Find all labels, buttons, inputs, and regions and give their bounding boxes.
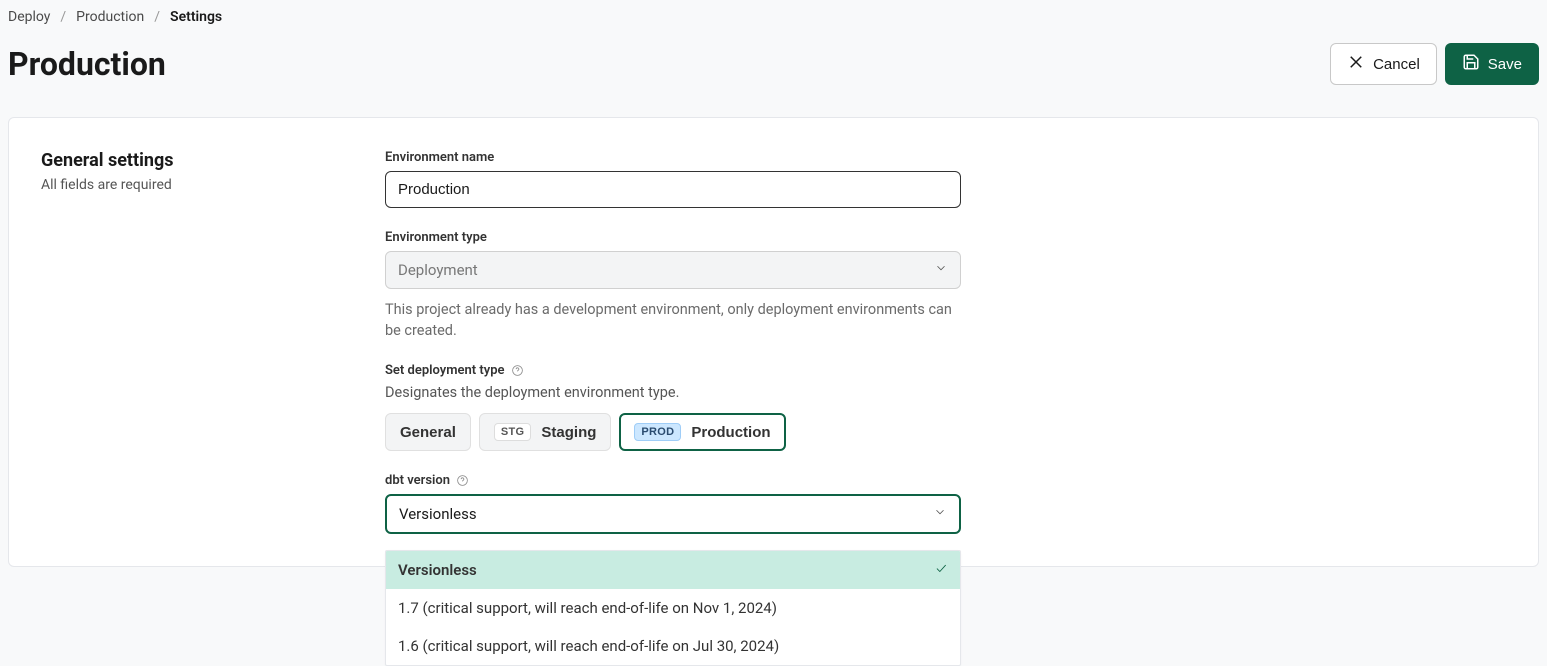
form-body: Environment name Environment type Deploy… <box>385 150 961 534</box>
field-dbt-version: dbt version Versionless Versionless <box>385 473 961 534</box>
dbt-version-dropdown-wrap: Versionless Versionless 1.7 (critical su… <box>385 494 961 534</box>
page-header: Production Cancel Save <box>0 25 1547 85</box>
deployment-type-desc: Designates the deployment environment ty… <box>385 384 961 401</box>
settings-card: General settings All fields are required… <box>8 117 1539 567</box>
breadcrumb-sep: / <box>154 9 160 25</box>
dbt-version-option-1-7[interactable]: 1.7 (critical support, will reach end-of… <box>386 589 960 627</box>
save-icon <box>1462 53 1480 75</box>
deployment-type-label-text: Set deployment type <box>385 363 505 378</box>
section-title: General settings <box>41 150 385 171</box>
chevron-down-icon <box>933 505 947 523</box>
env-name-input[interactable] <box>385 171 961 208</box>
breadcrumb-deploy[interactable]: Deploy <box>8 9 50 25</box>
deployment-type-production[interactable]: PROD Production <box>619 413 785 451</box>
option-label: Versionless <box>398 561 477 579</box>
env-type-label: Environment type <box>385 230 961 245</box>
breadcrumb-production[interactable]: Production <box>76 9 144 25</box>
dbt-version-label-text: dbt version <box>385 473 450 488</box>
prod-badge: PROD <box>634 423 681 441</box>
dbt-version-option-versionless[interactable]: Versionless <box>386 551 960 589</box>
help-icon[interactable] <box>511 364 524 377</box>
header-actions: Cancel Save <box>1330 43 1539 85</box>
stg-badge: STG <box>494 423 532 441</box>
close-icon <box>1347 53 1365 75</box>
dbt-version-label: dbt version <box>385 473 961 488</box>
check-icon <box>934 561 948 579</box>
breadcrumb-settings: Settings <box>170 9 222 25</box>
deployment-type-general[interactable]: General <box>385 413 471 451</box>
env-name-label: Environment name <box>385 150 961 165</box>
chevron-down-icon <box>934 261 948 279</box>
production-label: Production <box>691 424 770 441</box>
staging-label: Staging <box>541 424 596 441</box>
page-title: Production <box>8 45 166 83</box>
breadcrumb-sep: / <box>60 9 66 25</box>
env-type-value: Deployment <box>398 261 478 279</box>
breadcrumb: Deploy / Production / Settings <box>0 0 1547 25</box>
help-icon[interactable] <box>456 474 469 487</box>
deployment-type-staging[interactable]: STG Staging <box>479 413 612 451</box>
field-env-name: Environment name <box>385 150 961 208</box>
save-button[interactable]: Save <box>1445 43 1539 85</box>
deployment-type-segmented: General STG Staging PROD Production <box>385 413 961 451</box>
general-label: General <box>400 424 456 441</box>
cancel-label: Cancel <box>1373 56 1420 73</box>
env-type-helper: This project already has a development e… <box>385 299 961 341</box>
dbt-version-dropdown: Versionless 1.7 (critical support, will … <box>385 550 961 666</box>
section-subtitle: All fields are required <box>41 177 385 193</box>
cancel-button[interactable]: Cancel <box>1330 43 1437 85</box>
save-label: Save <box>1488 56 1522 73</box>
dbt-version-select[interactable]: Versionless <box>385 494 961 534</box>
field-deployment-type: Set deployment type Designates the deplo… <box>385 363 961 451</box>
env-type-select[interactable]: Deployment <box>385 251 961 289</box>
option-label: 1.6 (critical support, will reach end-of… <box>398 637 779 655</box>
dbt-version-option-1-6[interactable]: 1.6 (critical support, will reach end-of… <box>386 627 960 665</box>
deployment-type-label: Set deployment type <box>385 363 961 378</box>
dbt-version-value: Versionless <box>399 505 477 523</box>
section-header: General settings All fields are required <box>41 150 385 534</box>
option-label: 1.7 (critical support, will reach end-of… <box>398 599 777 617</box>
field-env-type: Environment type Deployment This project… <box>385 230 961 341</box>
